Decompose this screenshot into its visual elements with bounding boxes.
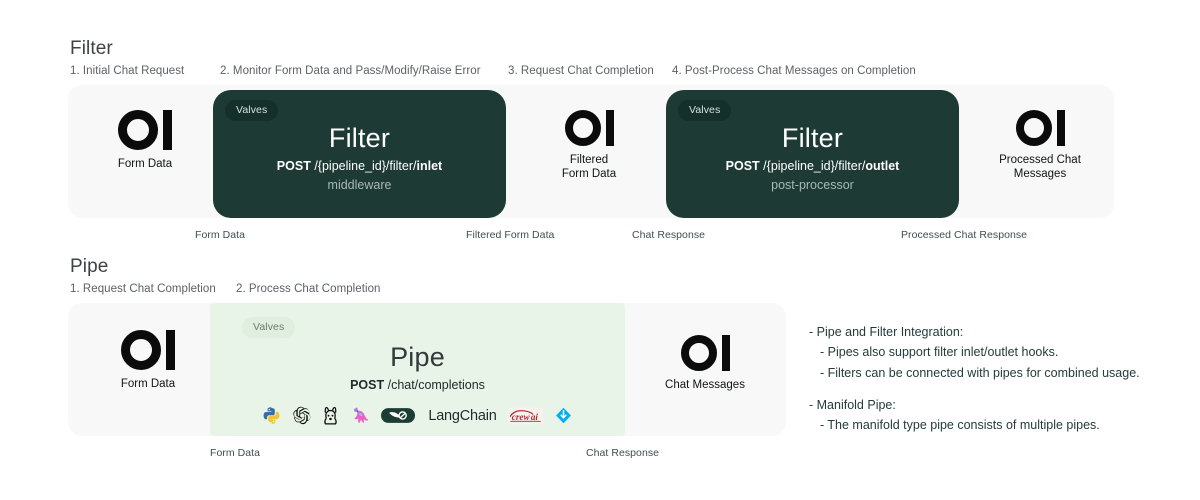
openai-logo-icon [292,406,311,425]
langchain-logo-icon [381,406,416,425]
card-method-pipe: POST [350,377,385,392]
card-filter-outlet[interactable]: Valves Filter POST /{pipeline_id}/filter… [666,90,959,218]
note-line-4: - Manifold Pipe: [809,397,896,412]
pipe-step-1: 1. Request Chat Completion [70,283,216,295]
notes-panel: - Pipe and Filter Integration: - Pipes a… [809,322,1179,435]
node-label-line2: Form Data [561,168,617,181]
haystack-logo-icon [554,406,573,425]
card-title-outlet: Filter [781,123,844,153]
note-line-1: - Pipe and Filter Integration: [809,325,964,339]
langchain-wordmark: LangChain [428,407,497,424]
filter-step-3: 3. Request Chat Completion [508,65,654,77]
node-label-line1: Processed Chat [999,154,1081,166]
section-title-filter: Filter [70,38,113,59]
card-path-suffix-outlet: outlet [865,158,900,173]
node-filtered-form-data: Filtered Form Data [524,110,654,181]
card-method-outlet: POST [725,158,760,173]
filter-flow-caption-1: Form Data [195,229,246,241]
card-title-inlet: Filter [328,123,391,153]
card-path-prefix-inlet: /{pipeline_id}/filter/ [314,158,417,173]
filter-step-1: 1. Initial Chat Request [70,65,185,77]
card-filter-inlet[interactable]: Valves Filter POST /{pipeline_id}/filter… [213,90,506,218]
node-label-line2: Messages [1013,168,1067,181]
card-method-inlet: POST [276,158,311,173]
node-chat-messages: Chat Messages [640,335,770,392]
card-subtitle-outlet: post-processor [771,177,854,192]
llamaindex-logo-icon [350,406,370,425]
card-pipe[interactable]: Valves Pipe POST /chat/completions LangC… [210,303,625,436]
pipe-flow-caption-2: Chat Response [586,447,660,459]
filter-flow-caption-3: Chat Response [632,229,706,241]
openwebui-logo-icon [975,110,1105,146]
valves-badge-inlet[interactable]: Valves [225,100,279,121]
filter-flow-caption-2: Filtered Form Data [466,229,555,241]
card-title-pipe: Pipe [390,342,445,372]
filter-flow-caption-4: Processed Chat Response [901,229,1028,241]
node-label-line1: Filtered [569,154,609,166]
openwebui-logo-icon [80,110,210,150]
openwebui-logo-icon [83,330,213,370]
card-path-prefix-pipe: /chat/completions [387,377,485,392]
card-route-pipe: POST /chat/completions [210,378,625,393]
valves-badge-outlet[interactable]: Valves [678,100,732,121]
node-form-data-pipe: Form Data [83,330,213,391]
node-label: Processed Chat Messages [975,153,1105,181]
svg-text:crew: crew [511,411,530,421]
openwebui-logo-icon [524,110,654,146]
pipe-step-2: 2. Process Chat Completion [236,283,381,295]
card-path-suffix-inlet: inlet [416,158,443,173]
section-title-pipe: Pipe [70,256,109,277]
valves-badge-pipe[interactable]: Valves [242,317,296,338]
filter-step-2: 2. Monitor Form Data and Pass/Modify/Rai… [220,65,481,77]
note-line-3: - Filters can be connected with pipes fo… [820,365,1140,380]
node-processed-chat-messages: Processed Chat Messages [975,110,1105,181]
node-label: Form Data [120,378,176,390]
card-path-prefix-outlet: /{pipeline_id}/filter/ [763,158,866,173]
openwebui-logo-icon [640,335,770,371]
filter-step-4: 4. Post-Process Chat Messages on Complet… [672,65,916,77]
ollama-logo-icon [322,406,339,426]
card-route-outlet: POST /{pipeline_id}/filter/outlet [666,159,959,174]
integration-logos: LangChain crew ai [210,406,625,426]
note-line-2: - Pipes also support filter inlet/outlet… [820,345,1059,360]
pipe-flow-caption-1: Form Data [210,447,261,459]
node-label: Chat Messages [665,379,745,391]
note-spacer [809,383,1179,395]
note-line-5: - The manifold type pipe consists of mul… [820,418,1100,432]
node-label: Form Data [117,158,173,170]
diagram-canvas: Filter 1. Initial Chat Request 2. Monito… [0,0,1200,500]
crewai-logo-icon: crew ai [507,407,543,425]
card-route-inlet: POST /{pipeline_id}/filter/inlet [213,159,506,174]
node-label: Filtered Form Data [524,153,654,181]
card-subtitle-inlet: middleware [327,177,392,192]
node-form-data: Form Data [80,110,210,171]
python-logo-icon [262,406,281,425]
svg-text:ai: ai [530,411,538,421]
